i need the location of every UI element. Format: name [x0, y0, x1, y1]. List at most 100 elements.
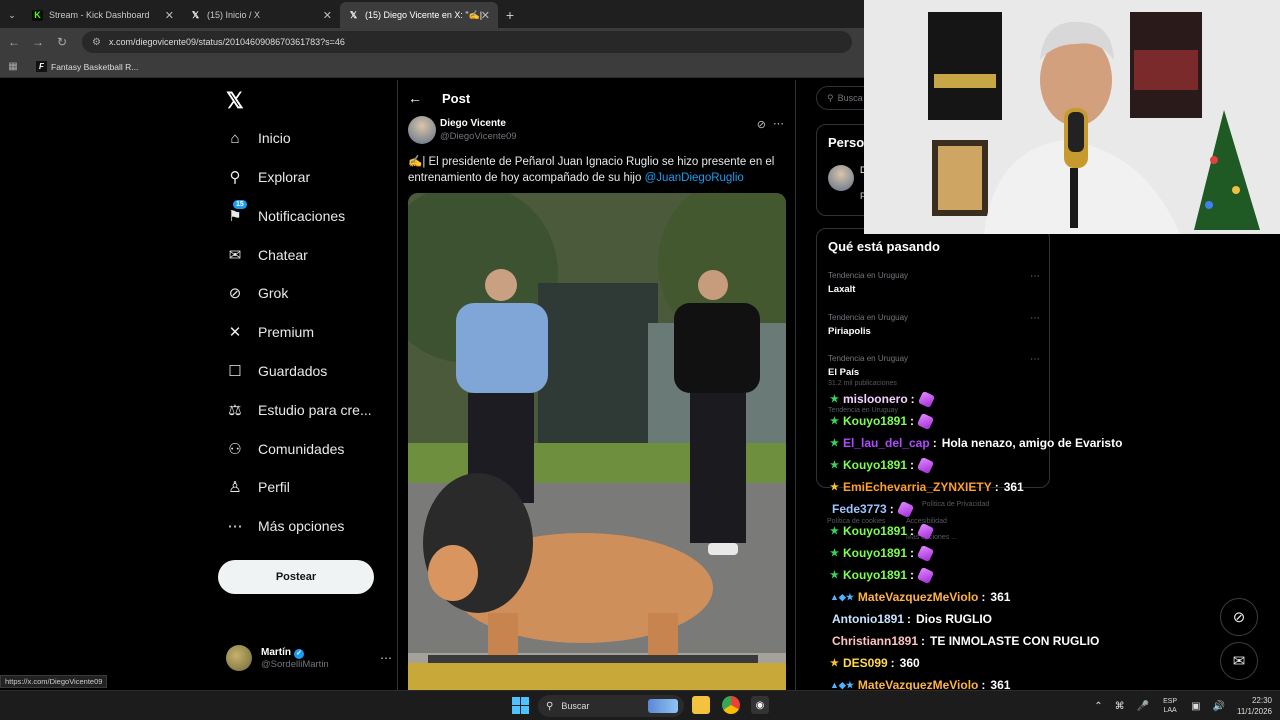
tab-search-chevron-icon[interactable]: ⌄: [0, 2, 24, 28]
chrome-icon[interactable]: [722, 696, 740, 714]
chat-username: MateVazquezMeViolo: [857, 590, 979, 604]
obs-icon[interactable]: ◉: [751, 696, 769, 714]
language-indicator[interactable]: ESP LAA: [1163, 697, 1177, 715]
microphone-icon[interactable]: 🎤: [1137, 701, 1149, 712]
post-image[interactable]: [408, 193, 786, 690]
more-icon[interactable]: ⋯: [773, 117, 784, 130]
nav-label: Inicio: [258, 130, 291, 146]
grok-float-button[interactable]: ⊘: [1220, 598, 1258, 636]
more-icon[interactable]: ⋯: [1030, 354, 1040, 365]
more-icon[interactable]: ⋯: [380, 651, 392, 665]
x-sidebar: 𝕏 ⌂ Inicio ⚲ Explorar ⚑ 15 Notificacione…: [218, 80, 396, 690]
network-icon[interactable]: ⌘: [1115, 701, 1125, 712]
x-premium-icon: ✕: [228, 324, 242, 341]
site-info-icon[interactable]: ⚙: [92, 37, 101, 48]
grok-explain-icon[interactable]: ⊘: [757, 118, 766, 131]
forward-icon[interactable]: →: [26, 35, 50, 49]
clock[interactable]: 22:30 11/1/2026: [1237, 695, 1272, 717]
card-title: Qué está pasando: [828, 239, 940, 254]
mention-link[interactable]: @JuanDiegoRuglio: [645, 172, 744, 184]
nav-notificaciones[interactable]: ⚑ 15 Notificaciones: [226, 200, 345, 232]
trend-title: Laxalt: [828, 284, 856, 295]
avatar[interactable]: [828, 165, 854, 191]
chat-message: Fede3773:: [830, 499, 914, 519]
nav-premium[interactable]: ✕ Premium: [226, 316, 314, 348]
postear-button[interactable]: Postear: [218, 560, 374, 594]
trend-item[interactable]: Tendencia en Uruguay Laxalt ⋯: [828, 271, 1040, 305]
grok-icon: ⊘: [1232, 609, 1246, 626]
file-explorer-icon[interactable]: [692, 696, 710, 714]
chat-message: ★ El_lau_del_cap: Hola nenazo, amigo de …: [830, 436, 1123, 450]
nav-comunidades[interactable]: ⚇ Comunidades: [226, 433, 344, 465]
back-arrow-icon[interactable]: ←: [408, 90, 422, 106]
avatar: [226, 645, 252, 671]
author-handle[interactable]: @DiegoVicente09: [440, 131, 517, 142]
trend-item[interactable]: Tendencia en Uruguay Piriapolis ⋯: [828, 313, 1040, 347]
browser-tab-x-home[interactable]: 𝕏 (15) Inicio / X ✕: [182, 2, 340, 28]
nav-estudio[interactable]: ⚖ Estudio para cre...: [226, 394, 371, 426]
back-icon[interactable]: ←: [2, 35, 26, 49]
layout-code: LAA: [1163, 707, 1177, 714]
footer-privacy-link[interactable]: Política de Privacidad: [922, 501, 989, 508]
more-icon[interactable]: ⋯: [1030, 313, 1040, 324]
bell-icon: ⚑ 15: [226, 200, 247, 225]
url-field[interactable]: ⚙ x.com/diegovicente09/status/2010460908…: [82, 31, 852, 53]
webcam-feed: [864, 0, 1280, 234]
nav-mas-opciones[interactable]: ⋯ Más opciones: [226, 510, 345, 542]
nav-perfil[interactable]: ♙ Perfil: [226, 471, 290, 503]
post-author: Diego Vicente @DiegoVicente09 ⊘ ⋯: [408, 116, 786, 144]
mail-icon: ✉: [1232, 653, 1246, 670]
reload-icon[interactable]: ↻: [50, 35, 74, 49]
badges-icon: ▲◆★: [830, 679, 854, 690]
messages-float-button[interactable]: ✉: [1220, 642, 1258, 680]
taskbar-search[interactable]: ⚲ Buscar: [538, 695, 684, 717]
author-avatar[interactable]: [408, 116, 436, 144]
trend-post-count: 31.2 mil publicaciones: [828, 380, 897, 387]
browser-tab-kick[interactable]: K Stream - Kick Dashboard ✕: [24, 2, 182, 28]
account-name: Martín: [261, 646, 291, 658]
display-icon[interactable]: ▣: [1191, 701, 1200, 712]
badges-icon: ▲◆★: [830, 591, 854, 602]
trend-context: Tendencia en Uruguay: [828, 313, 909, 322]
trend-context: Tendencia en Uruguay: [828, 354, 909, 363]
chat-message: ★ Kouyo1891:: [830, 455, 935, 475]
nav-guardados[interactable]: ☐ Guardados: [226, 355, 327, 387]
link-status-bar: https://x.com/DiegoVicente09: [0, 675, 108, 688]
apps-grid-icon[interactable]: ▦: [0, 61, 26, 72]
subscriber-star-icon: ★: [830, 569, 839, 581]
nav-grok[interactable]: ⊘ Grok: [226, 277, 289, 309]
account-handle: @SordelliMartin: [261, 658, 329, 670]
subscriber-star-icon: ★: [830, 547, 839, 559]
close-icon[interactable]: ✕: [323, 9, 332, 22]
chat-username: Antonio1891: [832, 612, 905, 626]
chat-message: ★ Kouyo1891:: [830, 411, 935, 431]
volume-icon[interactable]: 🔊: [1213, 701, 1225, 712]
browser-tab-x-post[interactable]: 𝕏 (15) Diego Vicente en X: "✍| El ... ✕: [340, 2, 498, 28]
close-icon[interactable]: ✕: [165, 9, 174, 22]
post-column: ← Post Diego Vicente @DiegoVicente09 ⊘ ⋯…: [397, 80, 796, 690]
x-logo-icon[interactable]: 𝕏: [226, 88, 244, 114]
notification-badge: 15: [233, 200, 247, 209]
taskbar-search-label: Buscar: [561, 701, 590, 711]
bookmark-fantasy-basketball[interactable]: F Fantasy Basketball R...: [36, 61, 138, 72]
nav-label: Premium: [258, 324, 315, 340]
new-tab-button[interactable]: +: [498, 2, 522, 28]
chat-username: Christiann1891: [832, 634, 919, 648]
subscriber-star-icon: ★: [830, 657, 839, 669]
nav-label: Perfil: [258, 479, 290, 495]
nav-inicio[interactable]: ⌂ Inicio: [226, 122, 291, 154]
verified-icon: ✓: [294, 648, 304, 659]
nav-chatear[interactable]: ✉ Chatear: [226, 239, 308, 271]
subscriber-star-icon: ★: [830, 437, 839, 449]
nav-label: Grok: [258, 285, 289, 301]
nav-explorar[interactable]: ⚲ Explorar: [226, 161, 311, 193]
chevron-up-icon[interactable]: ⌃: [1094, 701, 1102, 712]
account-switcher[interactable]: Martín ✓ @SordelliMartin ⋯: [226, 642, 396, 674]
webcam-overlay: [864, 0, 1280, 234]
chat-message: ★ DES099: 360: [830, 656, 920, 670]
author-name[interactable]: Diego Vicente: [440, 118, 506, 129]
chat-message: ★ Kouyo1891:: [830, 521, 935, 541]
close-icon[interactable]: ✕: [481, 9, 490, 22]
start-button[interactable]: [512, 697, 529, 714]
more-icon[interactable]: ⋯: [1030, 271, 1040, 282]
